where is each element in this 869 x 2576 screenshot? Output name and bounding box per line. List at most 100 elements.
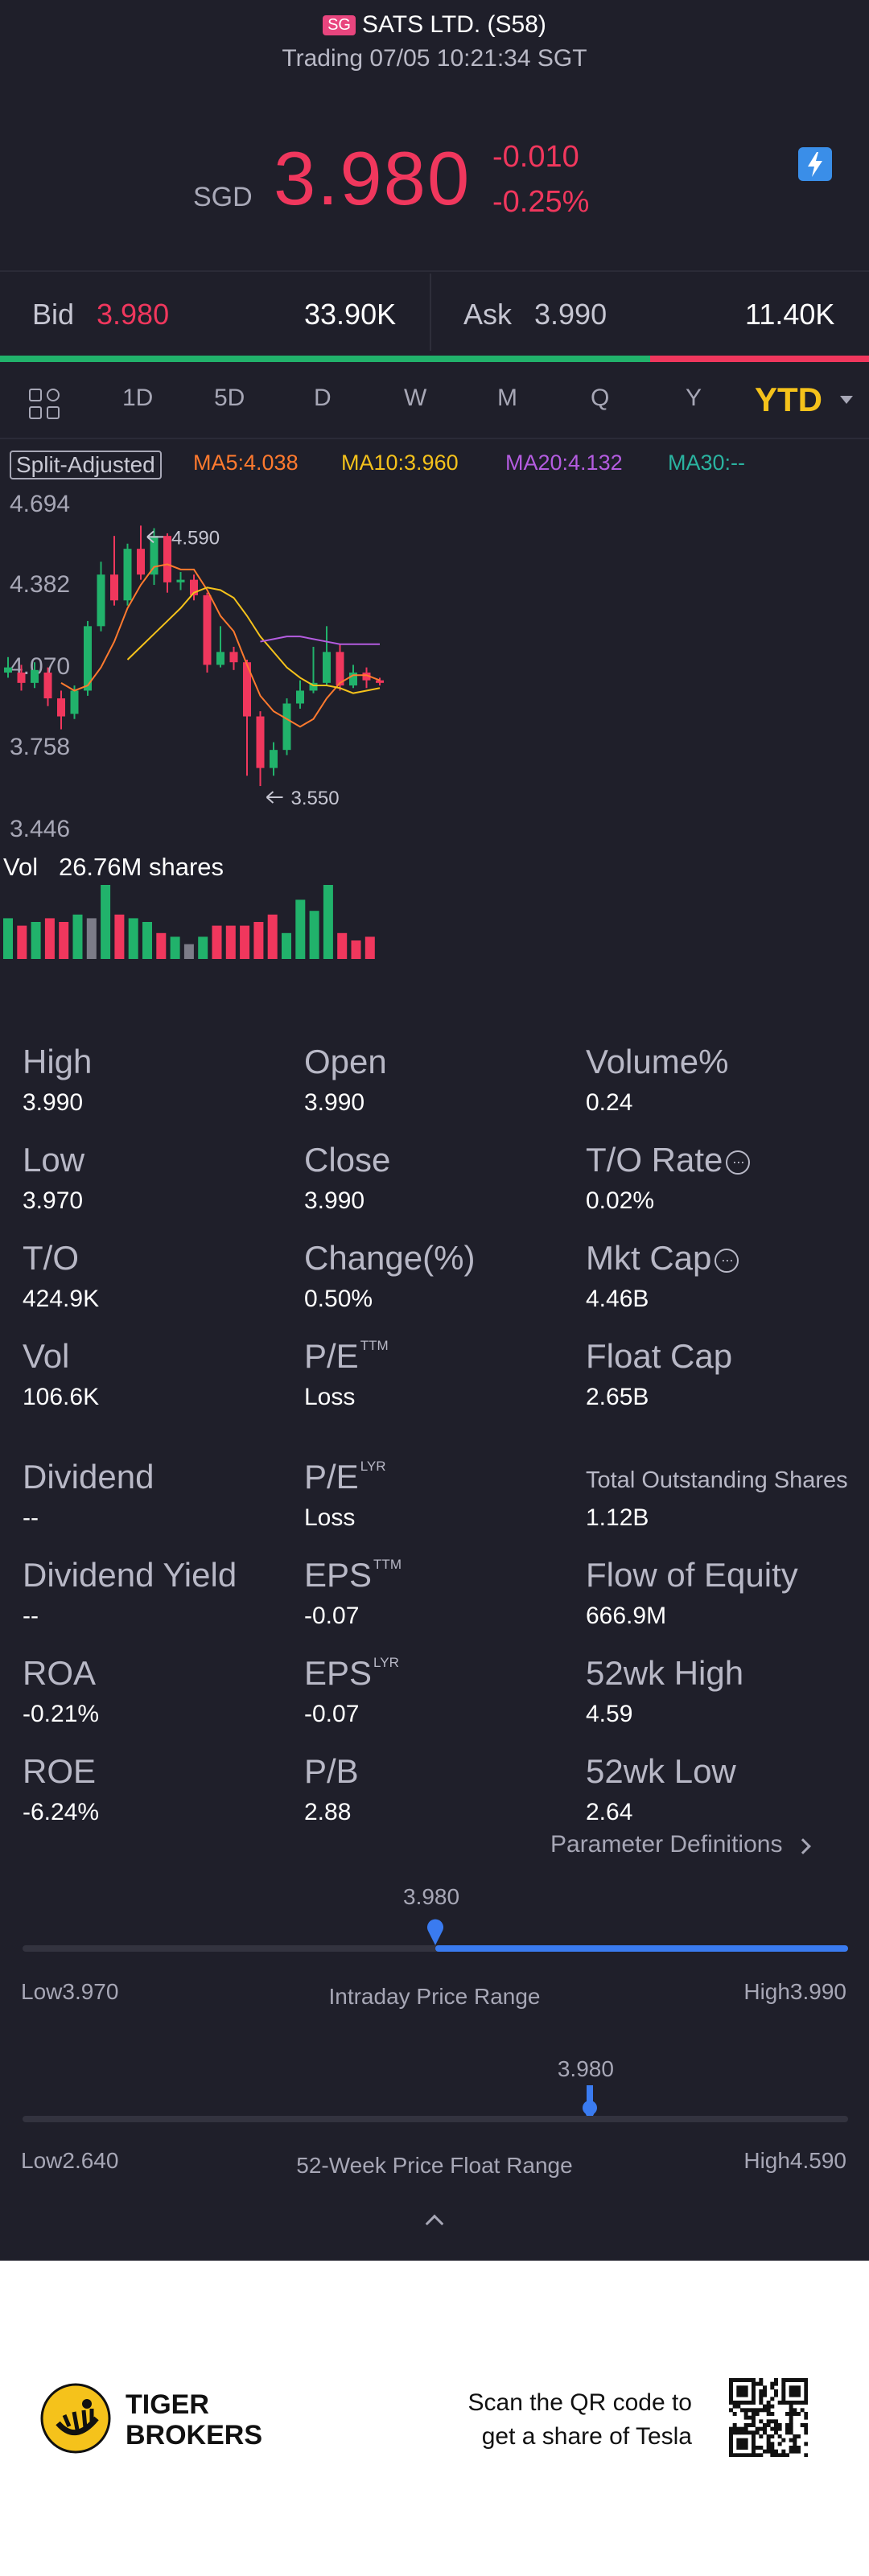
- stat-label: Dividend Yield: [23, 1556, 237, 1595]
- qr-module: [736, 2453, 741, 2457]
- qr-module: [766, 2423, 771, 2427]
- cta-line1: Scan the QR code to: [467, 2389, 693, 2416]
- tab-quarter[interactable]: Q: [591, 385, 609, 412]
- qr-module: [763, 2393, 767, 2397]
- qr-module: [736, 2446, 741, 2450]
- qr-module: [789, 2446, 793, 2450]
- candle-body: [150, 536, 159, 575]
- qr-module: [777, 2434, 782, 2438]
- ask-ratio-bar: [650, 356, 869, 362]
- qr-module: [759, 2446, 764, 2450]
- stock-title: SG SATS LTD. (S58): [0, 11, 869, 39]
- tab-year[interactable]: Y: [686, 385, 702, 412]
- qr-module: [770, 2412, 775, 2416]
- week52-current-value: 3.980: [557, 2056, 614, 2081]
- stat-label: P/E LYR: [304, 1458, 386, 1496]
- candle-body: [296, 690, 304, 704]
- stat-label: Mkt Cap ···: [586, 1239, 739, 1278]
- collapse-chevron-up-icon[interactable]: [425, 2214, 444, 2233]
- qr-module: [789, 2404, 793, 2409]
- qr-module: [759, 2426, 764, 2431]
- stat-label: ROE: [23, 1752, 96, 1791]
- volume-title: Vol: [3, 853, 39, 881]
- qr-module: [740, 2401, 744, 2405]
- qr-cta: Scan the QR code to get a share of Tesla: [418, 2386, 693, 2454]
- parameter-definitions-link[interactable]: Parameter Definitions: [550, 1831, 811, 1858]
- tab-week[interactable]: W: [404, 385, 426, 412]
- qr-module: [752, 2381, 756, 2386]
- qr-module: [752, 2393, 756, 2397]
- volume-bar: [295, 899, 306, 959]
- more-info-icon[interactable]: ···: [726, 1150, 751, 1175]
- candle-body: [176, 579, 185, 582]
- qr-module: [740, 2408, 744, 2413]
- qr-module: [777, 2423, 782, 2427]
- candle-body: [31, 669, 39, 683]
- stat-value: --: [23, 1504, 39, 1531]
- stat-value: 4.59: [586, 1701, 633, 1727]
- stat-label-text: EPS: [304, 1654, 373, 1692]
- qr-module: [736, 2393, 741, 2397]
- tab-day[interactable]: D: [314, 385, 332, 412]
- qr-module: [793, 2408, 797, 2413]
- tab-month[interactable]: M: [497, 385, 517, 412]
- more-info-icon[interactable]: ···: [715, 1249, 739, 1273]
- qr-module: [748, 2415, 752, 2420]
- qr-module: [736, 2389, 741, 2393]
- qr-module: [743, 2401, 748, 2405]
- stat-label-text: P/E: [304, 1458, 359, 1496]
- qr-module: [748, 2423, 752, 2427]
- qr-module: [804, 2393, 808, 2397]
- stat-label-text: EPS: [304, 1556, 373, 1594]
- qr-module: [759, 2393, 764, 2397]
- candlestick-chart[interactable]: 4.590 3.550: [0, 499, 869, 829]
- qr-module: [797, 2401, 801, 2405]
- qr-module: [729, 2401, 733, 2405]
- tab-1d[interactable]: 1D: [122, 385, 153, 412]
- qr-module: [752, 2438, 756, 2442]
- divider: [0, 438, 869, 439]
- stat-label: Change(%): [304, 1239, 475, 1278]
- stat-value: 0.50%: [304, 1286, 373, 1312]
- qr-module: [743, 2412, 748, 2416]
- split-adjusted-toggle[interactable]: Split-Adjusted: [10, 451, 162, 479]
- qr-module: [766, 2419, 771, 2424]
- currency-label: SGD: [193, 182, 253, 212]
- volume-bar: [86, 918, 97, 959]
- qr-module: [800, 2408, 805, 2413]
- qr-module: [770, 2419, 775, 2424]
- qr-module: [729, 2449, 733, 2454]
- stat-value: 0.24: [586, 1089, 633, 1116]
- qr-module: [804, 2397, 808, 2401]
- stat-label: P/E TTM: [304, 1337, 389, 1376]
- week52-high: High4.590: [743, 2148, 846, 2173]
- stat-label-text: ROA: [23, 1654, 97, 1692]
- stat-label-text: Vol: [23, 1337, 70, 1375]
- qr-module: [752, 2385, 756, 2390]
- qr-module: [729, 2438, 733, 2442]
- qr-module: [804, 2389, 808, 2393]
- qr-module: [729, 2430, 733, 2435]
- qr-module: [740, 2430, 744, 2435]
- week52-range-track: [23, 2116, 848, 2122]
- volume-bar: [31, 922, 41, 959]
- qr-module: [752, 2419, 756, 2424]
- stat-label-text: Dividend: [23, 1458, 154, 1496]
- week52-title: 52-Week Price Float Range: [296, 2153, 573, 2178]
- caret-down-icon[interactable]: [840, 396, 853, 404]
- grid-icon[interactable]: [29, 389, 61, 421]
- stat-label-text: 52wk High: [586, 1654, 744, 1692]
- qr-module: [729, 2381, 733, 2386]
- volume-bar: [253, 922, 264, 959]
- bid-size: 33.90K: [304, 298, 397, 331]
- qr-module: [752, 2415, 756, 2420]
- tab-ytd[interactable]: YTD: [755, 381, 822, 419]
- qr-module: [736, 2430, 741, 2435]
- tab-5d[interactable]: 5D: [214, 385, 245, 412]
- candle-body: [97, 574, 105, 627]
- volume-value: 26.76M shares: [58, 853, 224, 881]
- flash-trade-icon[interactable]: [798, 147, 832, 181]
- qr-module: [789, 2389, 793, 2393]
- qr-module: [755, 2453, 760, 2457]
- qr-module: [797, 2393, 801, 2397]
